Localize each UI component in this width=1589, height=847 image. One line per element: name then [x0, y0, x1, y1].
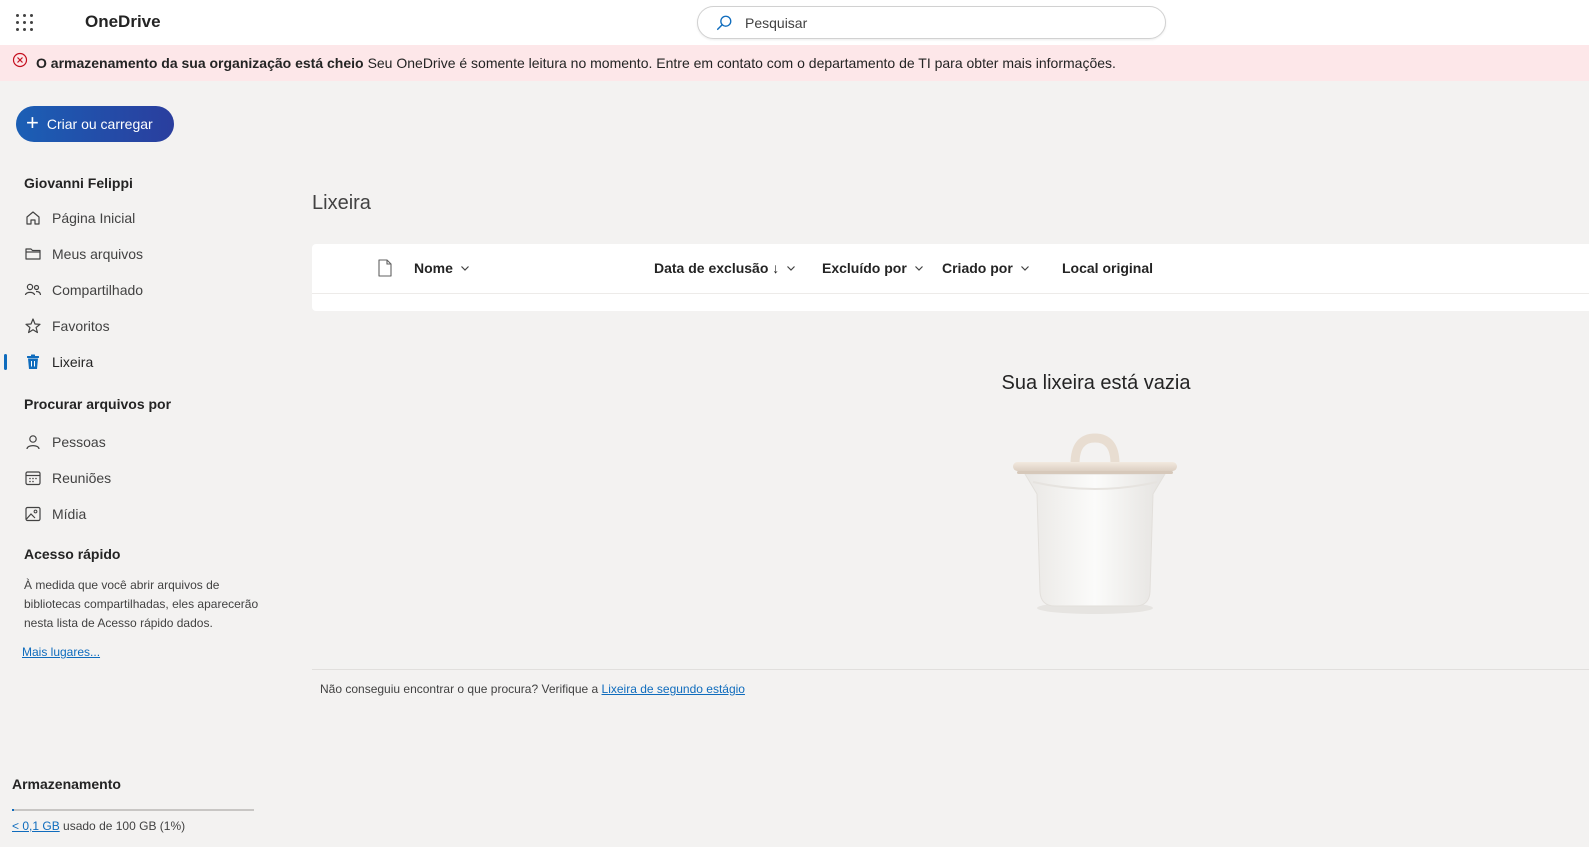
column-label: Local original [1062, 260, 1154, 276]
quick-access-description: À medida que você abrir arquivos de bibl… [24, 578, 259, 630]
column-label: Criado por [942, 260, 1013, 276]
chevron-down-icon [460, 266, 469, 271]
sidebar-item-media[interactable]: Mídia [24, 502, 86, 526]
sidebar-item-label: Mídia [52, 506, 87, 522]
search-input[interactable] [745, 14, 1125, 31]
app-launcher-icon[interactable] [14, 12, 34, 32]
second-stage-recycle-bin-link[interactable]: Lixeira de segundo estágio [602, 682, 745, 696]
sidebar-item-my-files[interactable]: Meus arquivos [24, 242, 143, 266]
sidebar-item-favorites[interactable]: Favoritos [24, 314, 110, 338]
chevron-down-icon [1020, 266, 1029, 271]
banner-title: O armazenamento da sua organização está … [36, 55, 364, 71]
chevron-down-icon [914, 266, 923, 271]
column-header-created-by[interactable]: Criado por [942, 260, 1031, 276]
app-title[interactable]: OneDrive [85, 12, 161, 32]
sidebar-item-label: Lixeira [52, 354, 94, 370]
column-label: Excluído por [822, 260, 907, 276]
sidebar-item-recycle-bin[interactable]: Lixeira [24, 350, 93, 374]
page-title: Lixeira [312, 192, 371, 214]
storage-used-link[interactable]: < 0,1 GB [12, 819, 60, 833]
search-box[interactable] [697, 6, 1166, 39]
sidebar-item-meetings[interactable]: Reuniões [24, 466, 111, 490]
storage-full-banner: O armazenamento da sua organização está … [0, 45, 1589, 81]
sidebar-item-label: Página Inicial [52, 210, 136, 226]
chevron-down-icon [787, 266, 796, 271]
sidebar-item-label: Favoritos [52, 318, 110, 334]
star-icon [25, 318, 41, 334]
empty-state-title: Sua lixeira está vazia [1001, 372, 1191, 394]
people-icon [24, 283, 42, 296]
folder-icon [25, 248, 41, 260]
sidebar-item-label: Pessoas [52, 434, 106, 450]
empty-trash-illustration [1013, 433, 1177, 614]
top-bar: OneDrive [0, 0, 1589, 45]
quick-access-title: Acesso rápido [24, 546, 121, 562]
column-header-name[interactable]: Nome [414, 260, 471, 276]
file-list-table: Nome Data de exclusão ↓ Excluído por Cri… [312, 244, 1589, 311]
home-icon [26, 211, 40, 225]
plus-icon: + [26, 110, 39, 135]
search-icon [716, 15, 732, 30]
sidebar-item-home[interactable]: Página Inicial [24, 206, 135, 230]
second-stage-hint: Não conseguiu encontrar o que procura? V… [320, 682, 745, 696]
column-label: Data de exclusão ↓ [654, 260, 780, 276]
sidebar-item-label: Compartilhado [52, 282, 144, 298]
image-icon [25, 506, 41, 522]
active-indicator [4, 354, 7, 370]
storage-title: Armazenamento [12, 776, 121, 792]
column-header-original-location[interactable]: Local original [1062, 260, 1153, 276]
column-header-deleted-date[interactable]: Data de exclusão ↓ [654, 260, 797, 276]
create-button-label: Criar ou carregar [46, 116, 153, 132]
storage-used-text: usado de 100 GB (1%) [59, 819, 186, 833]
storage-usage: < 0,1 GB usado de 100 GB (1%) [12, 819, 185, 833]
more-places-link[interactable]: Mais lugares... [22, 645, 100, 659]
column-header-deleted-by[interactable]: Excluído por [822, 260, 925, 276]
person-icon [26, 435, 40, 450]
storage-progress-fill [12, 809, 15, 811]
storage-progress-bar [12, 809, 254, 811]
sidebar-item-people[interactable]: Pessoas [24, 430, 106, 454]
user-name: Giovanni Felippi [24, 175, 133, 191]
trash-icon [27, 354, 39, 369]
sidebar-item-label: Reuniões [52, 470, 112, 486]
calendar-icon [25, 471, 41, 486]
error-circle-icon [12, 52, 28, 68]
column-label: Nome [414, 260, 453, 276]
create-or-upload-button[interactable]: + Criar ou carregar [16, 106, 174, 142]
banner-message: Seu OneDrive é somente leitura no moment… [367, 55, 1116, 71]
sidebar-item-shared[interactable]: Compartilhado [24, 278, 143, 302]
sidebar-item-label: Meus arquivos [52, 246, 144, 262]
footer-text: Não conseguiu encontrar o que procura? V… [320, 682, 602, 696]
file-type-icon[interactable] [377, 259, 393, 277]
browse-files-title: Procurar arquivos por [24, 396, 172, 412]
header-divider [312, 293, 1589, 294]
footer-divider [312, 669, 1589, 670]
